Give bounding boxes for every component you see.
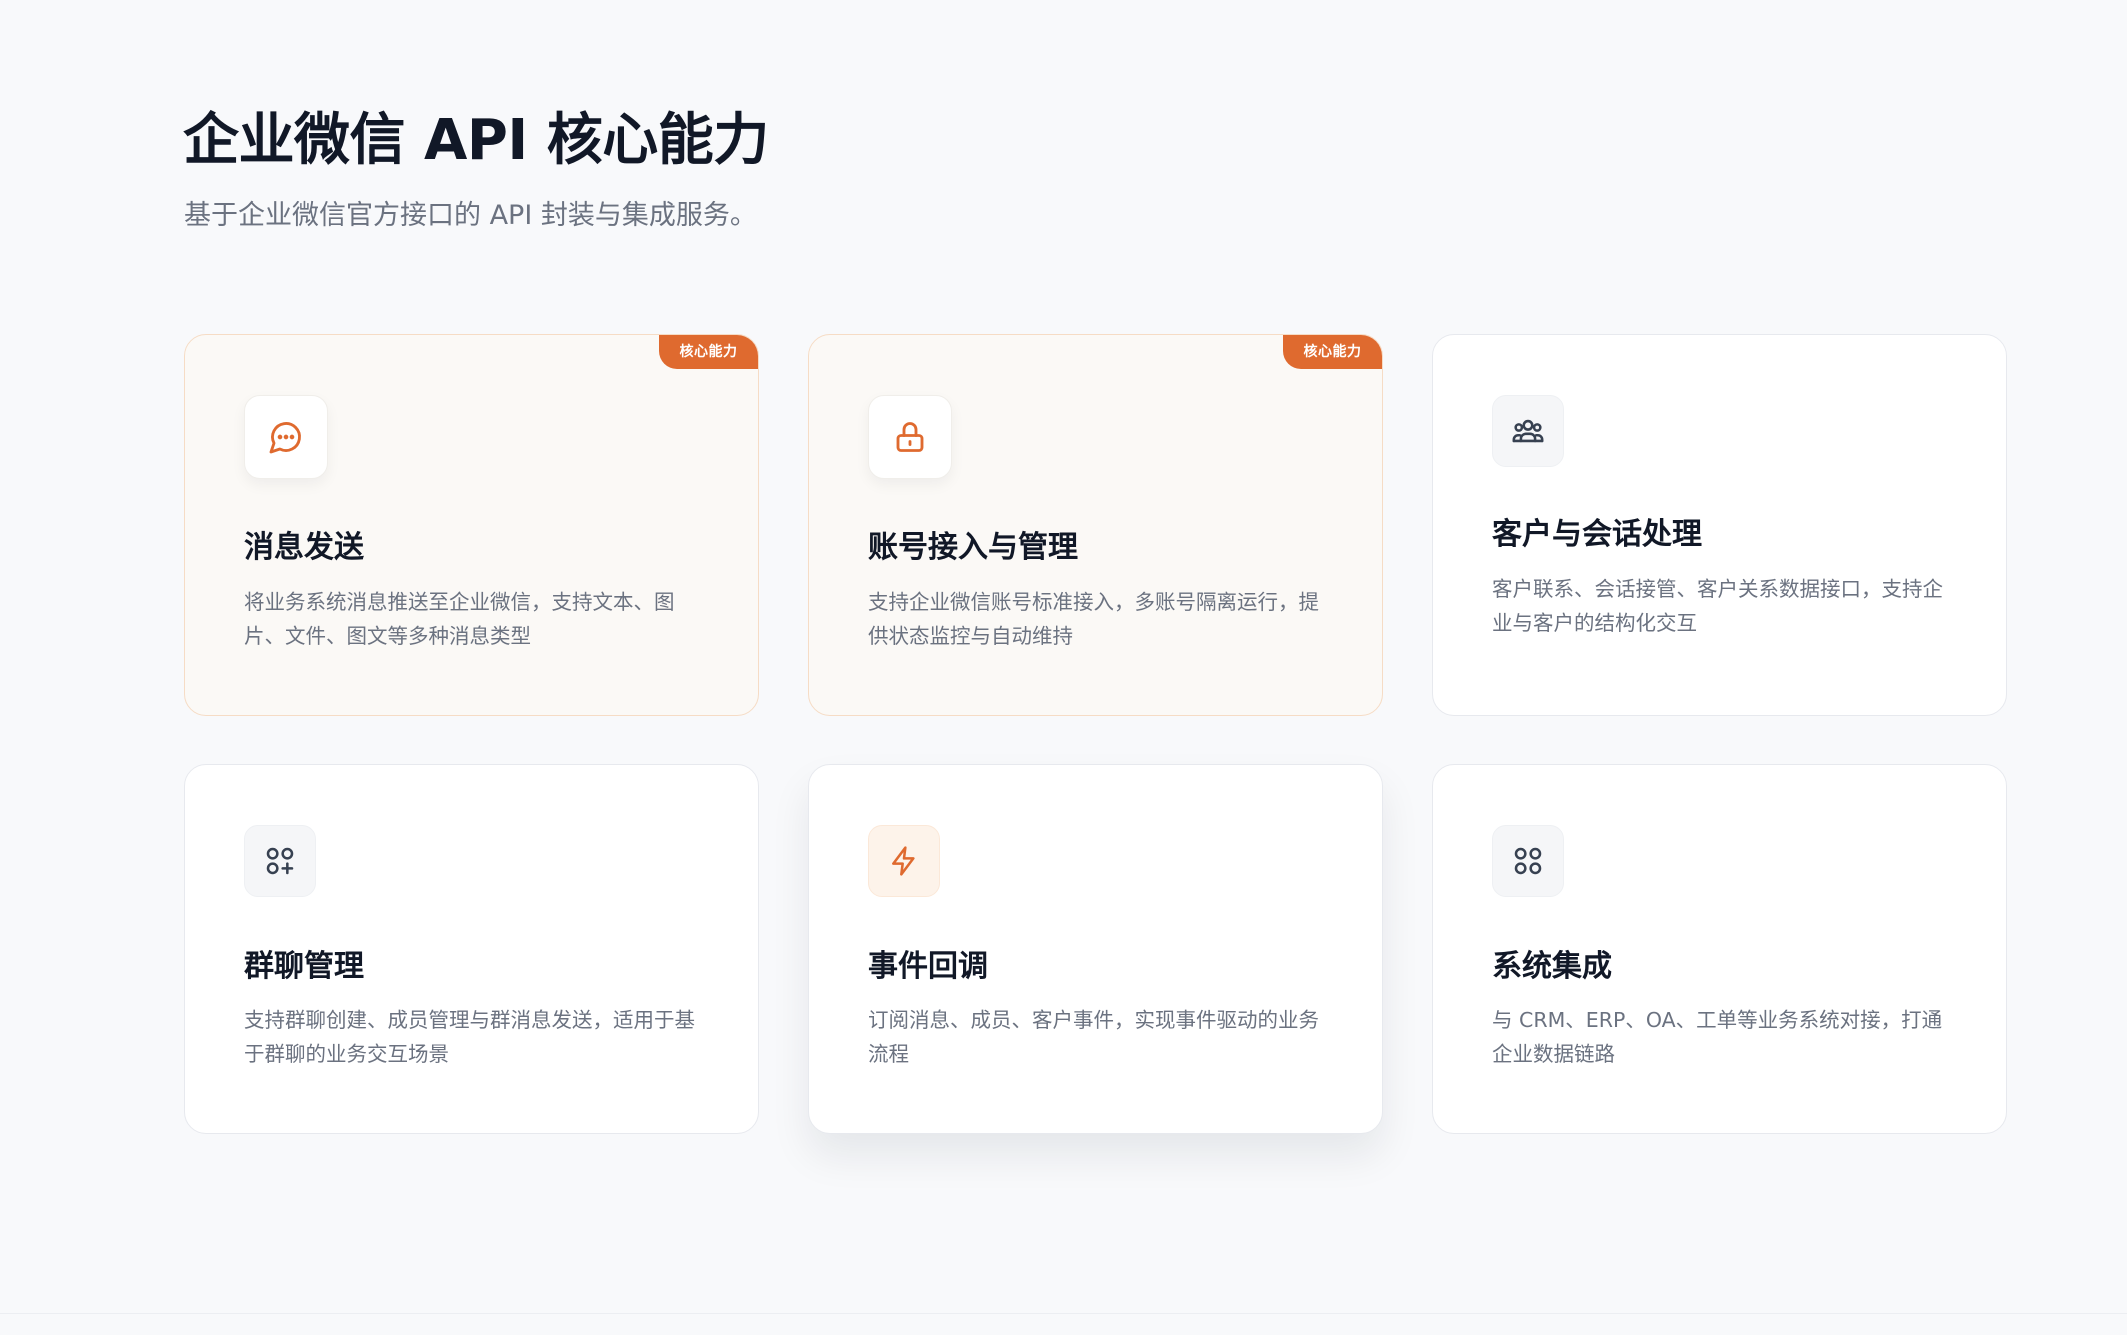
icon-container [868,825,940,897]
card-title: 系统集成 [1492,949,1612,984]
card-message-sending: 核心能力 消息发送 将业务系统消息推送至企业微信，支持文本、图片、文件、图文等多… [184,334,759,716]
card-event-callback: 事件回调 订阅消息、成员、客户事件，实现事件驱动的业务流程 [808,764,1383,1134]
card-title: 客户与会话处理 [1492,517,1702,552]
chat-bubble-icon [269,422,301,454]
card-description: 客户联系、会话接管、客户关系数据接口，支持企业与客户的结构化交互 [1492,577,1943,635]
card-description: 订阅消息、成员、客户事件，实现事件驱动的业务流程 [868,1008,1319,1066]
page-title: 企业微信 API 核心能力 [183,108,769,173]
grid-plus-icon [266,847,294,875]
icon-container [868,395,952,479]
grid-icon [1514,847,1542,875]
icon-container [1492,825,1564,897]
lock-icon [896,422,924,452]
card-account-access: 核心能力 账号接入与管理 支持企业微信账号标准接入，多账号隔离运行，提供状态监控… [808,334,1383,716]
lightning-icon [892,846,915,876]
card-title: 群聊管理 [244,949,364,984]
icon-container [244,825,316,897]
card-description: 将业务系统消息推送至企业微信，支持文本、图片、文件、图文等多种消息类型 [244,590,675,648]
core-capability-badge: 核心能力 [1283,335,1382,369]
card-title: 消息发送 [244,530,364,565]
card-title: 账号接入与管理 [868,530,1078,565]
page-subtitle: 基于企业微信官方接口的 API 封装与集成服务。 [184,200,757,231]
capability-grid: 核心能力 消息发送 将业务系统消息推送至企业微信，支持文本、图片、文件、图文等多… [184,334,2008,1134]
capabilities-section: 企业微信 API 核心能力 基于企业微信官方接口的 API 封装与集成服务。 核… [0,0,2127,1314]
card-group-chat: 群聊管理 支持群聊创建、成员管理与群消息发送，适用于基于群聊的业务交互场景 [184,764,759,1134]
icon-container [244,395,328,479]
card-description: 支持群聊创建、成员管理与群消息发送，适用于基于群聊的业务交互场景 [244,1008,695,1066]
card-customer-session: 客户与会话处理 客户联系、会话接管、客户关系数据接口，支持企业与客户的结构化交互 [1432,334,2007,716]
card-description: 与 CRM、ERP、OA、工单等业务系统对接，打通企业数据链路 [1492,1008,1943,1066]
icon-container [1492,395,1564,467]
card-title: 事件回调 [868,949,988,984]
card-system-integration: 系统集成 与 CRM、ERP、OA、工单等业务系统对接，打通企业数据链路 [1432,764,2007,1134]
users-group-icon [1512,419,1544,443]
card-description: 支持企业微信账号标准接入，多账号隔离运行，提供状态监控与自动维持 [868,590,1319,648]
core-capability-badge: 核心能力 [659,335,758,369]
